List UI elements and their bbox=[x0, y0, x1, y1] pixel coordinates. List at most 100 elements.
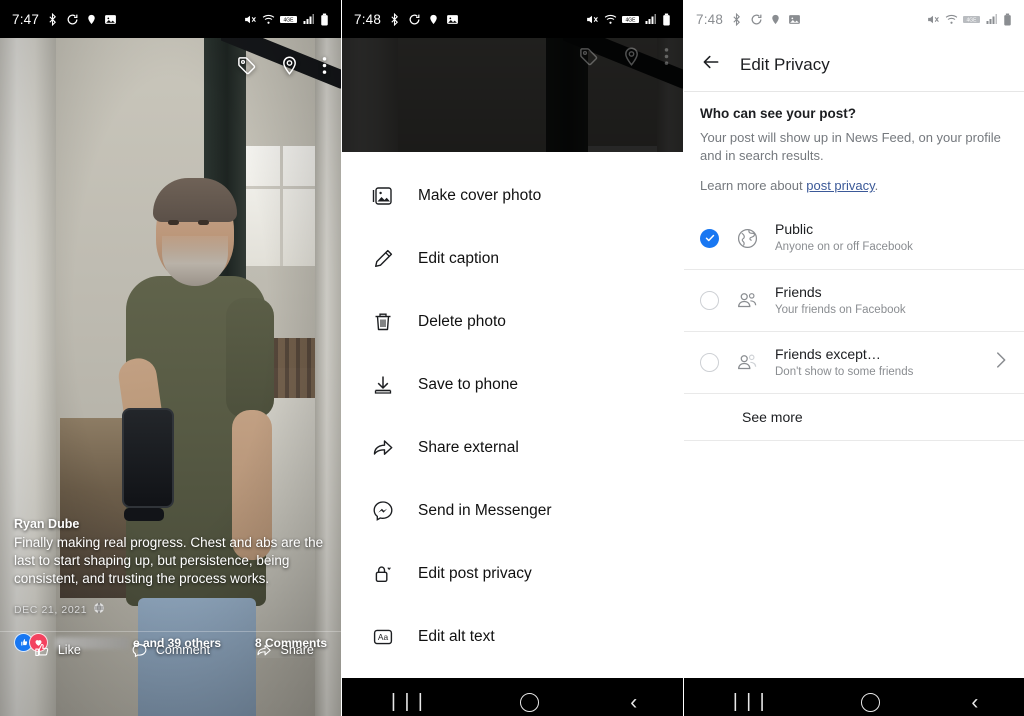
status-left-1: 7:47 bbox=[12, 12, 117, 27]
see-more-button[interactable]: See more bbox=[684, 393, 1024, 441]
messenger-icon bbox=[370, 498, 396, 524]
back-arrow-icon[interactable] bbox=[700, 52, 722, 77]
post-privacy-link[interactable]: post privacy bbox=[806, 178, 874, 193]
three-panel-screenshot: 7:47 4GE Ryan Dube Finally making real p… bbox=[0, 0, 1024, 716]
menu-item-save-to-phone[interactable]: Save to phone bbox=[342, 353, 683, 416]
menu-label: Save to phone bbox=[418, 375, 518, 393]
sync-icon bbox=[66, 13, 79, 26]
menu-item-send-in-messenger[interactable]: Send in Messenger bbox=[342, 479, 683, 542]
menu-label: Edit alt text bbox=[418, 627, 495, 645]
tag-icon[interactable] bbox=[236, 55, 257, 76]
menu-item-edit-post-privacy[interactable]: Edit post privacy bbox=[342, 542, 683, 605]
bluetooth-icon bbox=[388, 12, 401, 26]
thumbs-up-icon bbox=[33, 642, 50, 659]
radio-unselected-icon[interactable] bbox=[700, 353, 719, 372]
battery-icon bbox=[1003, 13, 1012, 26]
mute-icon bbox=[243, 13, 257, 26]
signal-icon bbox=[302, 13, 315, 25]
share-button[interactable]: Share bbox=[227, 642, 341, 659]
privacy-option-friends[interactable]: Friends Your friends on Facebook bbox=[684, 269, 1024, 331]
status-time: 7:47 bbox=[12, 11, 40, 27]
friends-icon bbox=[734, 288, 760, 314]
radio-selected-icon[interactable] bbox=[700, 228, 719, 248]
option-subtitle: Don't show to some friends bbox=[775, 365, 914, 378]
status-right-3: 4GE bbox=[926, 13, 1012, 26]
comment-bubble-icon bbox=[131, 642, 148, 659]
status-time: 7:48 bbox=[354, 11, 382, 27]
recents-icon[interactable]: ||| bbox=[388, 691, 428, 713]
location-pin-icon[interactable] bbox=[279, 55, 300, 76]
comment-button[interactable]: Comment bbox=[114, 642, 228, 659]
photo-icon bbox=[104, 13, 117, 26]
status-bar-1: 7:47 4GE bbox=[0, 0, 341, 38]
more-options-icon[interactable] bbox=[322, 55, 327, 76]
status-bar-3: 7:48 4GE bbox=[684, 0, 1024, 38]
panel-photo-options-menu: 7:48 4GE Make cover photo Edit caption D… bbox=[342, 0, 683, 716]
sync-icon bbox=[750, 13, 763, 26]
recents-icon[interactable]: ||| bbox=[730, 691, 770, 713]
mute-icon bbox=[926, 13, 940, 26]
privacy-description: Your post will show up in News Feed, on … bbox=[700, 130, 1001, 163]
battery-icon bbox=[662, 13, 671, 26]
post-author[interactable]: Ryan Dube bbox=[14, 517, 327, 531]
status-right-1: 4GE bbox=[243, 13, 329, 26]
globe-icon bbox=[93, 601, 105, 619]
android-nav-bar-3: ||| ‹ bbox=[684, 678, 1024, 716]
back-icon[interactable]: ‹ bbox=[630, 692, 637, 713]
dimmed-photo-icons bbox=[578, 46, 669, 72]
privacy-option-public[interactable]: Public Anyone on or off Facebook bbox=[684, 207, 1024, 269]
radio-unselected-icon[interactable] bbox=[700, 291, 719, 310]
4g-lte-icon: 4GE bbox=[280, 15, 297, 24]
menu-label: Edit caption bbox=[418, 249, 499, 267]
menu-item-edit-caption[interactable]: Edit caption bbox=[342, 227, 683, 290]
option-title: Friends except… bbox=[775, 345, 881, 362]
menu-label: Share external bbox=[418, 438, 519, 456]
option-title: Public bbox=[775, 221, 814, 237]
menu-item-make-cover-photo[interactable]: Make cover photo bbox=[342, 164, 683, 227]
option-text: Public Anyone on or off Facebook bbox=[775, 221, 1008, 255]
home-icon[interactable] bbox=[861, 692, 881, 712]
privacy-intro: Who can see your post? Your post will sh… bbox=[684, 92, 1024, 193]
back-icon[interactable]: ‹ bbox=[971, 692, 978, 713]
share-label: Share bbox=[280, 643, 314, 657]
4g-lte-icon: 4GE bbox=[963, 15, 980, 24]
post-date: DEC 21, 2021 bbox=[14, 604, 88, 616]
menu-item-share-external[interactable]: Share external bbox=[342, 416, 683, 479]
post-date-row: DEC 21, 2021 bbox=[14, 601, 327, 619]
option-text: Friends Your friends on Facebook bbox=[775, 284, 1008, 318]
share-arrow-icon bbox=[370, 435, 396, 461]
share-arrow-icon bbox=[255, 642, 273, 659]
home-icon[interactable] bbox=[519, 692, 539, 712]
location-icon bbox=[86, 13, 97, 26]
trash-icon bbox=[370, 309, 396, 335]
menu-item-delete-photo[interactable]: Delete photo bbox=[342, 290, 683, 353]
wifi-icon bbox=[945, 13, 958, 26]
globe-icon bbox=[734, 225, 760, 251]
photo-icon bbox=[788, 13, 801, 26]
svg-text:4GE: 4GE bbox=[283, 17, 294, 23]
dimmed-photo-backdrop[interactable] bbox=[342, 38, 683, 152]
wifi-icon bbox=[262, 13, 275, 26]
option-subtitle: Your friends on Facebook bbox=[775, 303, 906, 316]
post-action-bar: Like Comment Share bbox=[0, 631, 341, 668]
privacy-option-friends-except[interactable]: Friends except… Don't show to some frien… bbox=[684, 331, 1024, 393]
battery-icon bbox=[320, 13, 329, 26]
option-subtitle: Anyone on or off Facebook bbox=[775, 241, 913, 253]
chevron-right-icon[interactable] bbox=[994, 349, 1008, 376]
learn-more-prefix: Learn more about bbox=[700, 178, 807, 193]
learn-more-line: Learn more about post privacy. bbox=[700, 178, 1008, 193]
menu-item-edit-alt-text[interactable]: Aa Edit alt text bbox=[342, 605, 683, 668]
location-icon bbox=[770, 13, 781, 26]
photo-icon bbox=[446, 13, 459, 26]
app-bar: Edit Privacy bbox=[684, 38, 1024, 92]
download-icon bbox=[370, 372, 396, 398]
like-button[interactable]: Like bbox=[0, 642, 114, 659]
alt-text-icon: Aa bbox=[370, 624, 396, 650]
photo-options-sheet: Make cover photo Edit caption Delete pho… bbox=[342, 152, 683, 678]
menu-label: Make cover photo bbox=[418, 186, 542, 204]
panel-edit-privacy: 7:48 4GE Edit Privacy Who can see your p… bbox=[684, 0, 1024, 716]
svg-text:Aa: Aa bbox=[378, 632, 389, 642]
post-photo[interactable]: Ryan Dube Finally making real progress. … bbox=[0, 38, 341, 716]
bluetooth-icon bbox=[46, 12, 59, 26]
bluetooth-icon bbox=[730, 12, 743, 26]
